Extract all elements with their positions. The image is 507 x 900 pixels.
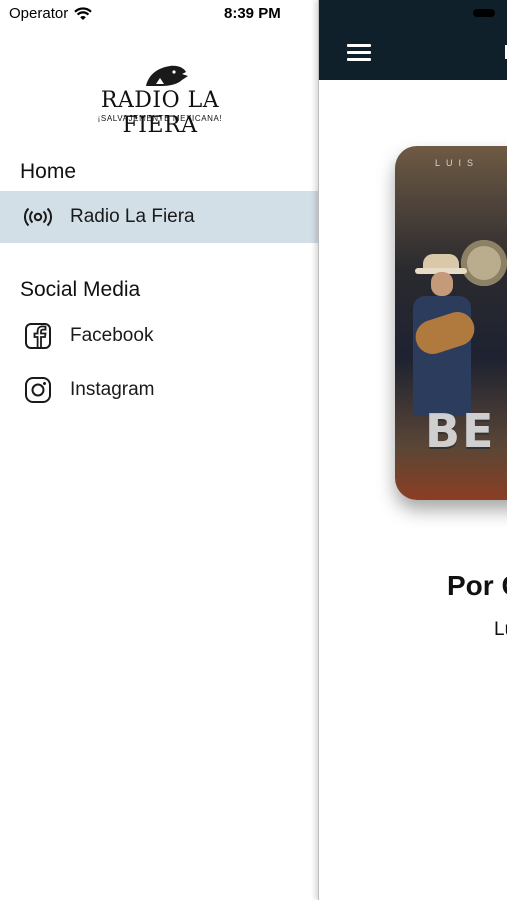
drawer-item-label: Facebook [70,325,154,346]
logo-title: RADIO LA FIERA [100,88,220,138]
section-home-title: Home [20,160,77,183]
singer-head-figure [431,272,453,296]
drawer-item-label: Radio La Fiera [70,206,195,227]
main-content: LUIS BE Por C Lu [318,0,507,900]
cover-big-text: BE [425,404,496,458]
drawer-item-label: Instagram [70,379,155,400]
carrier-label: Operator [9,5,69,22]
song-artist: Lu [494,619,507,640]
album-cover: LUIS BE [395,146,507,500]
cover-top-text: LUIS [435,158,480,168]
navigation-bar [319,0,507,80]
facebook-icon [24,322,52,350]
tuba-figure [461,240,507,286]
drawer-item-facebook[interactable]: Facebook [0,310,318,362]
hamburger-menu-icon[interactable] [347,44,371,62]
wifi-icon [74,6,92,20]
drawer-item-radio-la-fiera[interactable]: Radio La Fiera [0,191,318,243]
song-title: Por C [447,570,507,601]
logo-subtitle: ¡SALVAJEMENTE MEXICANA! [97,114,223,123]
drawer-item-instagram[interactable]: Instagram [0,364,318,416]
navigation-drawer: Operator 8:39 PM RADIO LA FIERA ¡SALVAJE… [0,0,318,900]
status-carrier: Operator [9,5,92,22]
status-time: 8:39 PM [224,5,281,22]
status-pill [473,9,495,17]
instagram-icon [24,376,52,404]
section-social-media-title: Social Media [20,278,141,301]
radio-broadcast-icon [24,203,52,231]
radio-la-fiera-logo: RADIO LA FIERA ¡SALVAJEMENTE MEXICANA! [86,62,234,138]
